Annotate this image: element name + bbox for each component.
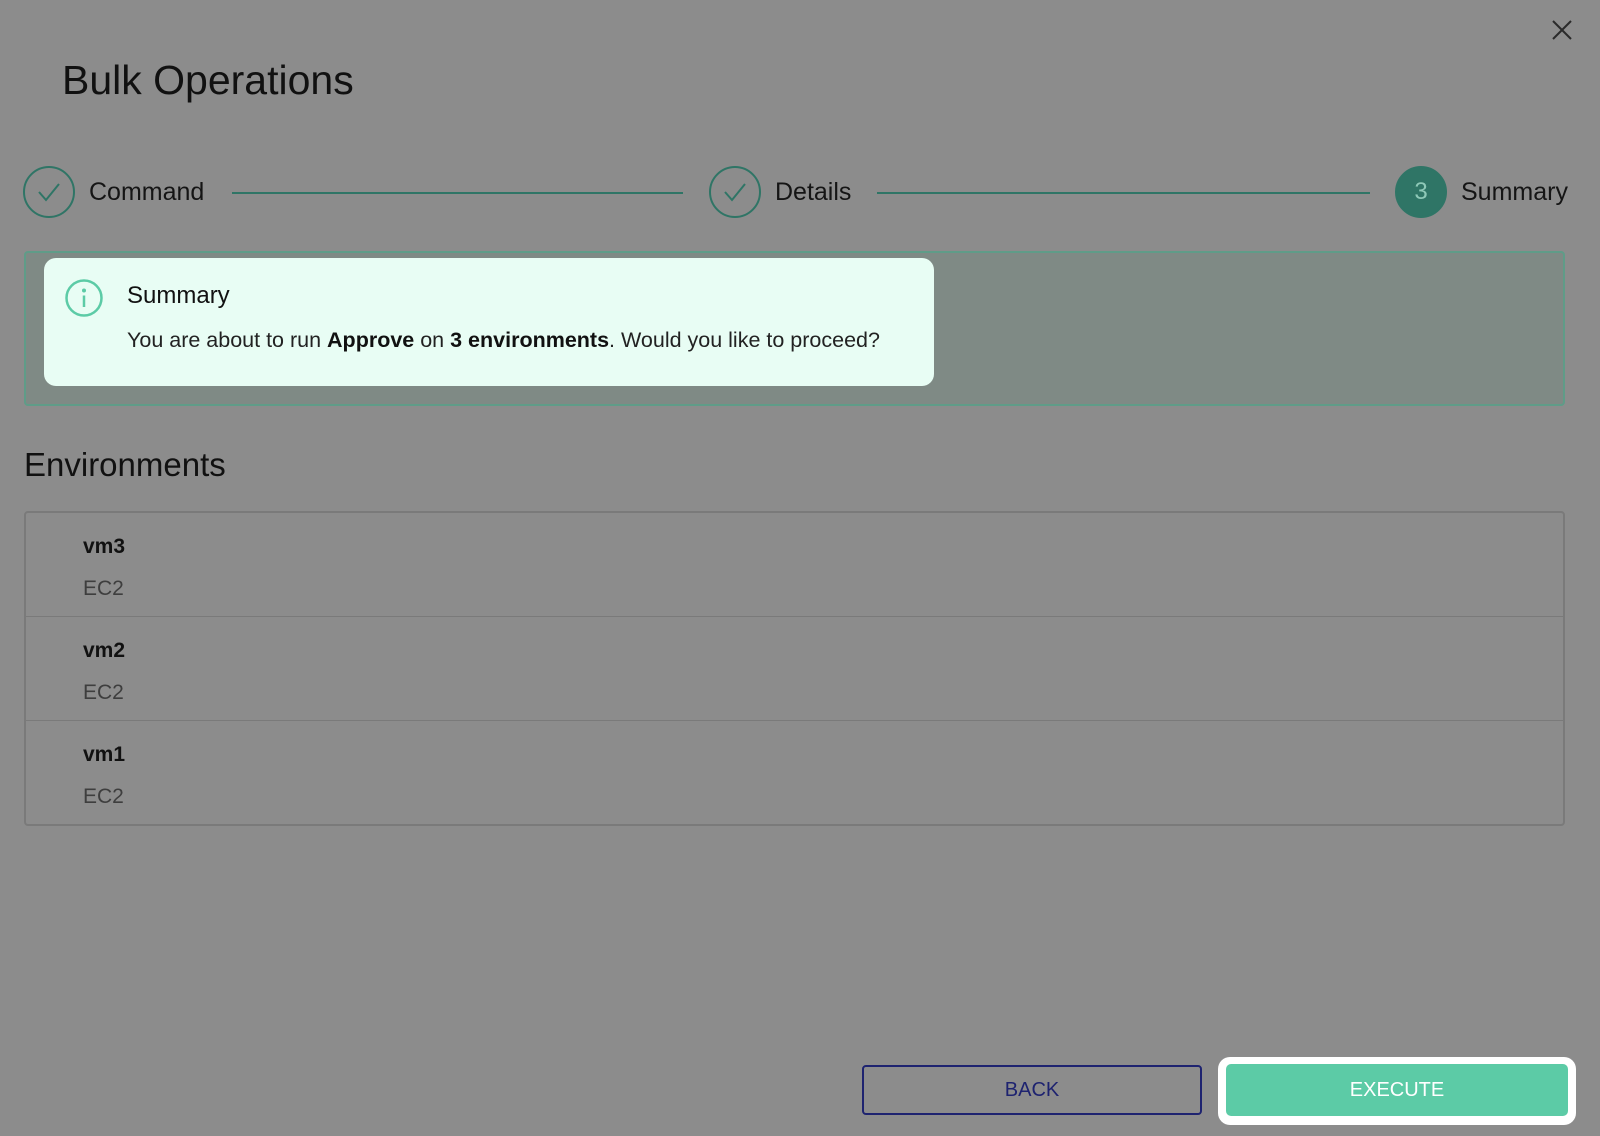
step-summary: 3 Summary	[1395, 166, 1568, 218]
summary-target: 3 environments	[450, 328, 610, 352]
step-command-indicator	[23, 166, 75, 218]
step-command-label: Command	[89, 177, 205, 206]
list-item: vm3 EC2	[26, 513, 1563, 617]
environment-type: EC2	[83, 785, 124, 808]
environment-type: EC2	[83, 577, 124, 600]
back-button[interactable]: BACK	[862, 1065, 1202, 1115]
close-button[interactable]	[1546, 14, 1578, 46]
summary-text-prefix: You are about to run	[127, 328, 328, 352]
summary-text-suffix: . Would you like to proceed?	[609, 328, 880, 352]
info-icon	[65, 279, 103, 317]
environment-name: vm2	[83, 639, 126, 662]
bulk-operations-dialog: Bulk Operations Command Details 3 Summar…	[0, 0, 1600, 1136]
step-command: Command	[23, 166, 204, 218]
step-details-label: Details	[775, 177, 852, 206]
step-details: Details	[709, 166, 851, 218]
check-icon	[724, 183, 746, 202]
check-icon	[38, 183, 60, 202]
environment-name: vm1	[83, 743, 126, 766]
step-summary-label: Summary	[1461, 177, 1568, 206]
environments-list: vm3 EC2 vm2 EC2 vm1 EC2	[24, 511, 1565, 826]
close-icon	[1552, 20, 1572, 40]
environment-type: EC2	[83, 681, 124, 704]
summary-text-mid: on	[414, 328, 451, 352]
list-item: vm1 EC2	[26, 721, 1563, 825]
step-connector	[232, 192, 683, 194]
dialog-title: Bulk Operations	[62, 57, 354, 103]
summary-title: Summary	[127, 282, 230, 309]
list-item: vm2 EC2	[26, 617, 1563, 721]
summary-message: You are about to run Approve on 3 enviro…	[127, 328, 880, 353]
environments-heading: Environments	[24, 446, 226, 483]
environment-name: vm3	[83, 535, 126, 558]
summary-command: Approve	[327, 328, 415, 352]
step-number: 3	[1414, 178, 1428, 205]
execute-button[interactable]: EXECUTE	[1226, 1064, 1568, 1116]
summary-alert: Summary You are about to run Approve on …	[44, 258, 934, 386]
step-connector	[877, 192, 1370, 194]
step-summary-indicator: 3	[1395, 166, 1447, 218]
step-details-indicator	[709, 166, 761, 218]
